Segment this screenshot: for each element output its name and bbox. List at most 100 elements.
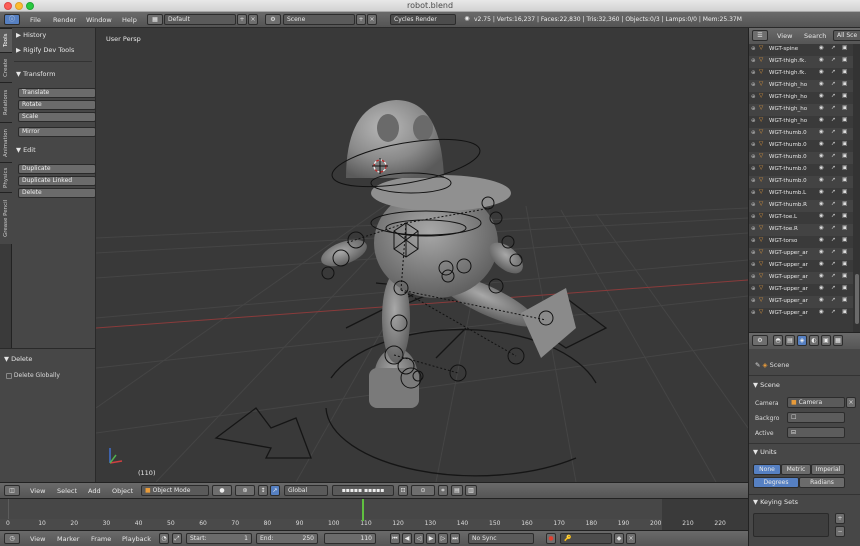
manipulator-toggle-icon[interactable]: ↕ — [258, 485, 268, 496]
visibility-eye-icon[interactable]: ◉ — [819, 153, 824, 159]
keying-sets-list[interactable] — [753, 513, 829, 537]
menu-file[interactable]: File — [30, 16, 41, 24]
rigify-panel-header[interactable]: ▶ Rigify Dev Tools — [16, 46, 74, 54]
renderable-camera-icon[interactable]: ▣ — [842, 105, 847, 111]
menu-frame[interactable]: Frame — [91, 535, 111, 543]
visibility-eye-icon[interactable]: ◉ — [819, 165, 824, 171]
selectable-arrow-icon[interactable]: ➚ — [831, 81, 836, 87]
renderable-camera-icon[interactable]: ▣ — [842, 177, 847, 183]
add-scene-button[interactable]: + — [356, 14, 366, 25]
visibility-eye-icon[interactable]: ◉ — [819, 93, 824, 99]
tab-grease-pencil[interactable]: Grease Pencil — [0, 192, 12, 244]
units-panel-header[interactable]: ▼ Units — [753, 448, 777, 456]
renderable-camera-icon[interactable]: ▣ — [842, 201, 847, 207]
selectable-arrow-icon[interactable]: ➚ — [831, 153, 836, 159]
menu-view[interactable]: View — [30, 487, 45, 495]
outliner-item[interactable]: ⊕ ▽ WGT-torso ◉ ➚ ▣ — [749, 236, 853, 248]
selectable-arrow-icon[interactable]: ➚ — [831, 117, 836, 123]
expand-icon[interactable]: ⊕ — [751, 70, 756, 76]
current-frame-marker[interactable] — [362, 499, 364, 521]
expand-icon[interactable]: ⊕ — [751, 46, 756, 52]
unit-metric-button[interactable]: Metric — [781, 464, 811, 475]
visibility-eye-icon[interactable]: ◉ — [819, 117, 824, 123]
outliner-editor-icon[interactable]: ☰ — [752, 30, 768, 41]
renderable-camera-icon[interactable]: ▣ — [842, 237, 847, 243]
jump-end-icon[interactable]: ⏭ — [450, 533, 460, 544]
tab-relations[interactable]: Relations — [0, 82, 12, 122]
history-panel-header[interactable]: ▶ History — [16, 31, 46, 39]
menu-timeline-view[interactable]: View — [30, 535, 45, 543]
outliner-item[interactable]: ⊕ ▽ WGT-thumb.L ◉ ➚ ▣ — [749, 188, 853, 200]
background-scene-field[interactable]: ☐ — [787, 412, 845, 423]
rotate-button[interactable]: Rotate — [18, 100, 96, 110]
outliner-item[interactable]: ⊕ ▽ WGT-thumb.0 ◉ ➚ ▣ — [749, 176, 853, 188]
unit-imperial-button[interactable]: Imperial — [811, 464, 845, 475]
visibility-eye-icon[interactable]: ◉ — [819, 249, 824, 255]
insert-keyframe-button[interactable]: ◆ — [614, 533, 624, 544]
outliner-item[interactable]: ⊕ ▽ WGT-upper_ar ◉ ➚ ▣ — [749, 272, 853, 284]
layers-tab-icon[interactable]: ▤ — [785, 335, 795, 346]
renderable-camera-icon[interactable]: ▣ — [842, 141, 847, 147]
sync-mode-select[interactable]: No Sync — [468, 533, 534, 544]
scene-panel-header[interactable]: ▼ Scene — [753, 381, 780, 389]
selectable-arrow-icon[interactable]: ➚ — [831, 297, 836, 303]
selectable-arrow-icon[interactable]: ➚ — [831, 225, 836, 231]
outliner-item[interactable]: ⊕ ▽ WGT-thumb.0 ◉ ➚ ▣ — [749, 128, 853, 140]
expand-icon[interactable]: ⊕ — [751, 214, 756, 220]
renderable-camera-icon[interactable]: ▣ — [842, 249, 847, 255]
visibility-eye-icon[interactable]: ◉ — [819, 189, 824, 195]
selectable-arrow-icon[interactable]: ➚ — [831, 285, 836, 291]
outliner-item[interactable]: ⊕ ▽ WGT-thigh_ho ◉ ➚ ▣ — [749, 92, 853, 104]
expand-icon[interactable]: ⊕ — [751, 178, 756, 184]
3d-viewport[interactable]: User Persp (110) — [96, 28, 748, 482]
visibility-eye-icon[interactable]: ◉ — [819, 177, 824, 183]
play-icon[interactable]: ▶ — [426, 533, 436, 544]
outliner-scroll-thumb[interactable] — [855, 274, 859, 324]
expand-icon[interactable]: ⊕ — [751, 94, 756, 100]
selectable-arrow-icon[interactable]: ➚ — [831, 141, 836, 147]
outliner-item[interactable]: ⊕ ▽ WGT-upper_ar ◉ ➚ ▣ — [749, 308, 853, 320]
screen-layout-field[interactable]: Default — [164, 14, 236, 25]
renderable-camera-icon[interactable]: ▣ — [842, 129, 847, 135]
opengl-anim-icon[interactable]: ▥ — [465, 485, 477, 496]
start-frame-field[interactable]: Start: 1 — [186, 533, 252, 544]
mirror-button[interactable]: Mirror — [18, 127, 96, 137]
expand-icon[interactable]: ⊕ — [751, 286, 756, 292]
renderable-camera-icon[interactable]: ▣ — [842, 117, 847, 123]
delete-globally-checkbox[interactable]: Delete Globally — [6, 372, 60, 379]
next-keyframe-icon[interactable]: ▷ — [438, 533, 448, 544]
edit-panel-header[interactable]: ▼ Edit — [16, 146, 36, 154]
selectable-arrow-icon[interactable]: ➚ — [831, 129, 836, 135]
expand-icon[interactable]: ⊕ — [751, 154, 756, 160]
add-layout-button[interactable]: + — [237, 14, 247, 25]
menu-add[interactable]: Add — [88, 487, 101, 495]
tab-create[interactable]: Create — [0, 52, 12, 82]
menu-render[interactable]: Render — [53, 16, 76, 24]
expand-icon[interactable]: ⊕ — [751, 118, 756, 124]
selectable-arrow-icon[interactable]: ➚ — [831, 273, 836, 279]
renderable-camera-icon[interactable]: ▣ — [842, 57, 847, 63]
selectable-arrow-icon[interactable]: ➚ — [831, 105, 836, 111]
add-keying-set-button[interactable]: + — [835, 513, 845, 524]
expand-icon[interactable]: ⊕ — [751, 274, 756, 280]
expand-icon[interactable]: ⊕ — [751, 250, 756, 256]
transform-orientation-select[interactable]: Global — [284, 485, 328, 496]
expand-icon[interactable]: ⊕ — [751, 190, 756, 196]
selectable-arrow-icon[interactable]: ➚ — [831, 213, 836, 219]
prev-keyframe-icon[interactable]: ◀ — [402, 533, 412, 544]
unit-none-button[interactable]: None — [753, 464, 781, 475]
menu-object[interactable]: Object — [112, 487, 133, 495]
expand-icon[interactable]: ⊕ — [751, 130, 756, 136]
selectable-arrow-icon[interactable]: ➚ — [831, 189, 836, 195]
selectable-arrow-icon[interactable]: ➚ — [831, 201, 836, 207]
outliner-item[interactable]: ⊕ ▽ WGT-upper_ar ◉ ➚ ▣ — [749, 248, 853, 260]
render-engine-select[interactable]: Cycles Render — [390, 14, 456, 25]
outliner-item[interactable]: ⊕ ▽ WGT-thigh_ho ◉ ➚ ▣ — [749, 116, 853, 128]
visibility-eye-icon[interactable]: ◉ — [819, 57, 824, 63]
menu-help[interactable]: Help — [122, 16, 137, 24]
tab-physics[interactable]: Physics — [0, 162, 12, 192]
expand-icon[interactable]: ⊕ — [751, 226, 756, 232]
opengl-render-icon[interactable]: ▤ — [451, 485, 463, 496]
viewport-shading-icon[interactable]: ● — [212, 485, 232, 496]
selectable-arrow-icon[interactable]: ➚ — [831, 249, 836, 255]
